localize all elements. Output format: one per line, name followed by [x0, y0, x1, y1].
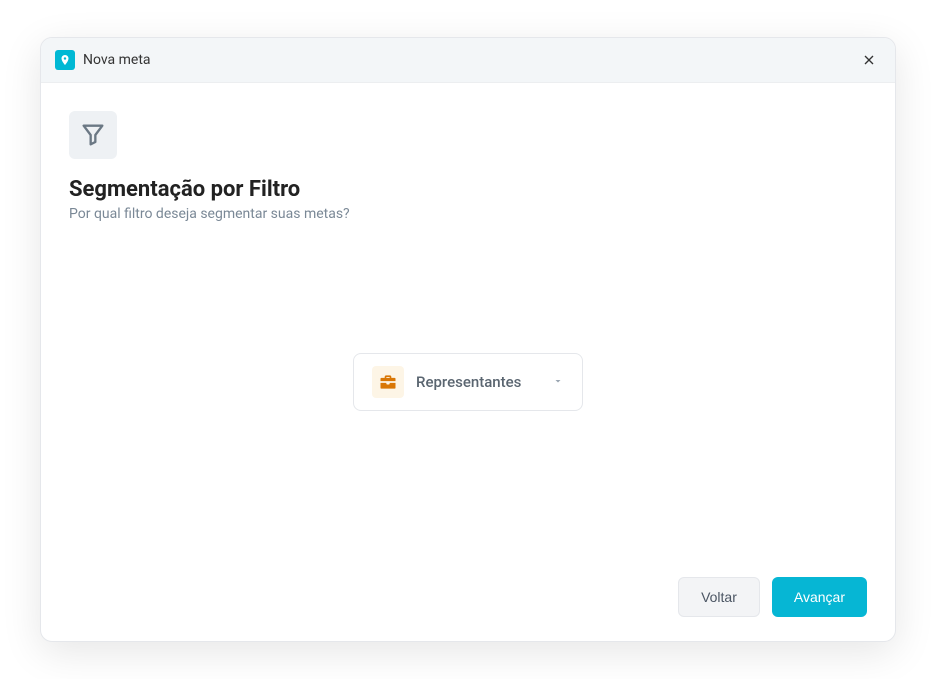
- app-icon: [55, 50, 75, 70]
- center-area: Representantes: [69, 222, 867, 541]
- page-subheading: Por qual filtro deseja segmentar suas me…: [69, 206, 867, 222]
- dropdown-icon-box: [372, 366, 404, 398]
- filter-dropdown[interactable]: Representantes: [353, 353, 583, 411]
- back-button[interactable]: Voltar: [678, 577, 760, 617]
- briefcase-icon: [378, 372, 398, 392]
- modal-header-left: Nova meta: [55, 50, 151, 70]
- modal-dialog: Nova meta Segmentação por Filtro Por qua…: [40, 37, 896, 642]
- page-heading: Segmentação por Filtro: [69, 177, 867, 202]
- modal-body: Segmentação por Filtro Por qual filtro d…: [41, 83, 895, 561]
- close-icon: [861, 52, 877, 68]
- chevron-down-icon: [552, 372, 564, 391]
- modal-header: Nova meta: [41, 38, 895, 83]
- modal-footer: Voltar Avançar: [41, 561, 895, 641]
- filter-icon-box: [69, 111, 117, 159]
- modal-title: Nova meta: [83, 52, 151, 68]
- dropdown-selected-label: Representantes: [416, 373, 540, 391]
- close-button[interactable]: [857, 48, 881, 72]
- location-pin-icon: [59, 54, 71, 66]
- filter-icon: [79, 121, 107, 149]
- next-button[interactable]: Avançar: [772, 577, 867, 617]
